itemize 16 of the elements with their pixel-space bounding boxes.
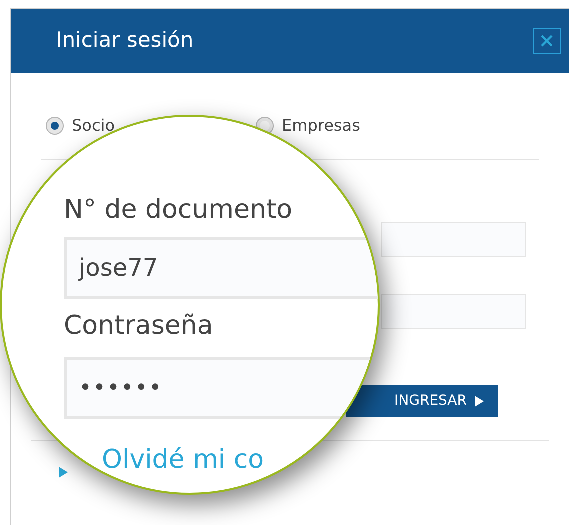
field-label: N° de documento [64,194,294,227]
dialog-title: Iniciar sesión [56,27,194,54]
input-field[interactable] [381,294,526,329]
radio-label: Socio [72,115,115,137]
radio-button[interactable] [46,117,64,135]
input-value: jose77 [79,253,158,284]
password-dots: •••••• [79,374,163,402]
input-field[interactable]: jose77 [64,237,378,299]
close-icon [540,34,554,48]
input-field[interactable] [381,222,526,257]
radio-label: Empresas [282,115,360,137]
close-button[interactable] [533,28,561,54]
play-icon [475,396,484,406]
submit-button[interactable]: INGRESAR [346,385,498,417]
field-label: Contraseña [64,310,214,343]
triangle-icon [59,467,68,478]
